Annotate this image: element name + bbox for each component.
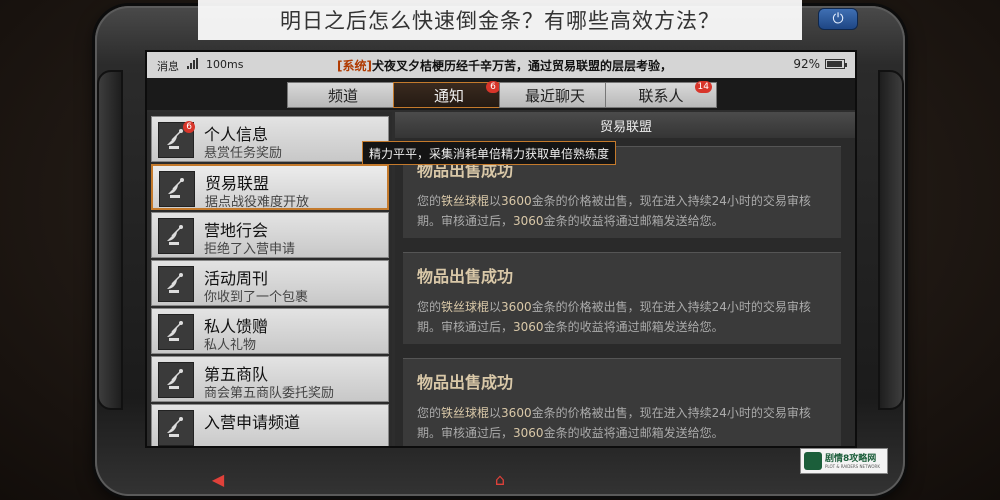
sidebar-item-private-gift[interactable]: 私人馈赠 私人礼物 (151, 308, 389, 354)
income-amount: 3060 (513, 320, 544, 334)
sidebar-item-fifth-caravan[interactable]: 第五商队 商会第五商队委托奖励 (151, 356, 389, 402)
satellite-dish-icon: 6 (158, 121, 195, 158)
sidebar-item-title: 入营申请频道 (204, 413, 301, 432)
power-icon: ⏻ (832, 11, 844, 27)
income-amount: 3060 (513, 426, 544, 440)
satellite-dish-icon (158, 218, 194, 254)
sidebar-item-subtitle: 商会第五商队委托奖励 (204, 386, 335, 401)
sidebar-item-trade-alliance[interactable]: 贸易联盟 据点战役难度开放 (151, 164, 389, 210)
message-body: 您的铁丝球棍以3600金条的价格被出售，现在进入持续24小时的交易审核期。审核通… (417, 194, 811, 228)
power-button[interactable]: ⏻ (818, 8, 858, 30)
logo-subtitle: PLOT & RAIDERS NETWORK (825, 463, 880, 469)
sale-price: 3600 (501, 406, 532, 420)
marquee-text: 犬夜叉夕桔梗历经千辛万苦，通过贸易联盟的层层考验， (371, 59, 672, 73)
message-title: 物品出售成功 (417, 267, 514, 286)
device-nav-bar: ◀ ⌂ (145, 468, 857, 490)
status-bar: 消息 100ms [系统]犬夜叉夕桔梗历经千辛万苦，通过贸易联盟的层层考验， 9… (147, 52, 855, 78)
sidebar-item-personal-info[interactable]: 6 个人信息 悬赏任务奖励 (151, 116, 389, 162)
sidebar-item-subtitle: 你收到了一个包裹 (204, 290, 309, 305)
tab-label: 联系人 (638, 86, 684, 105)
tab-channel[interactable]: 频道 (287, 82, 399, 108)
back-icon[interactable]: ◀ (205, 468, 231, 490)
satellite-dish-icon (159, 171, 195, 207)
sidebar-item-subtitle: 私人礼物 (204, 338, 257, 353)
home-icon[interactable]: ⌂ (485, 468, 515, 490)
sidebar-item-subtitle: 拒绝了入营申请 (204, 242, 296, 257)
item-name: 铁丝球棍 (441, 406, 490, 420)
sidebar-item-camp-application-channel[interactable]: 入营申请频道 (151, 404, 389, 446)
message-body: 您的铁丝球棍以3600金条的价格被出售，现在进入持续24小时的交易审核期。审核通… (417, 406, 811, 440)
logo-icon (804, 452, 822, 470)
device-right-grip (878, 70, 904, 410)
tab-label: 最近聊天 (524, 86, 585, 105)
notification-category-list: 6 个人信息 悬赏任务奖励 贸易联盟 据点战役难度开放 营地行会 拒绝了入营申请… (147, 112, 392, 446)
tab-label: 频道 (327, 86, 358, 105)
battery-percent: 92% (793, 57, 820, 71)
income-amount: 3060 (513, 214, 544, 228)
satellite-dish-icon (158, 314, 194, 350)
notification-count-badge: 6 (486, 81, 500, 93)
marquee-tag: [系统] (337, 59, 372, 73)
signal-icon (187, 58, 198, 69)
tab-bar: 频道 通知 6 最近聊天 联系人 14 (147, 78, 855, 110)
watermark-logo: 剧情8攻略网 PLOT & RAIDERS NETWORK (800, 448, 888, 474)
device-left-grip (97, 70, 123, 410)
item-name: 铁丝球棍 (441, 300, 490, 314)
unread-badge: 6 (183, 121, 195, 133)
satellite-dish-icon (158, 410, 194, 446)
system-marquee: [系统]犬夜叉夕桔梗历经千辛万苦，通过贸易联盟的层层考验， (337, 57, 672, 74)
sidebar-item-camp-guild[interactable]: 营地行会 拒绝了入营申请 (151, 212, 389, 258)
page-caption: 明日之后怎么快速倒金条？有哪些高效方法？ (198, 0, 802, 40)
tooltip: 精力平平，采集消耗单倍精力获取单倍熟练度 (362, 141, 617, 165)
status-message-label: 消息 (157, 60, 179, 73)
satellite-dish-icon (158, 362, 194, 398)
status-ping: 100ms (206, 58, 244, 71)
message-card[interactable]: 物品出售成功 您的铁丝球棍以3600金条的价格被出售，现在进入持续24小时的交易… (403, 252, 841, 344)
sidebar-item-subtitle: 据点战役难度开放 (205, 195, 310, 210)
battery-icon (825, 59, 847, 69)
tab-label: 通知 (433, 86, 464, 105)
sidebar-item-subtitle: 悬赏任务奖励 (204, 146, 283, 161)
logo-name: 剧情8攻略网 (825, 453, 877, 464)
tab-contacts[interactable]: 联系人 14 (605, 81, 717, 108)
tab-recent-chats[interactable]: 最近聊天 (499, 82, 611, 108)
message-title: 物品出售成功 (417, 373, 514, 392)
device-screen: 消息 100ms [系统]犬夜叉夕桔梗历经千辛万苦，通过贸易联盟的层层考验， 9… (145, 50, 857, 448)
contacts-count-badge: 14 (694, 81, 712, 93)
item-name: 铁丝球棍 (441, 194, 490, 208)
battery-indicator: 92% (793, 57, 847, 71)
panel-title: 贸易联盟 (395, 112, 855, 138)
tab-notifications[interactable]: 通知 6 (393, 81, 505, 108)
message-card[interactable]: 物品出售成功 您的铁丝球棍以3600金条的价格被出售，现在进入持续24小时的交易… (403, 358, 841, 446)
satellite-dish-icon (158, 266, 194, 302)
sale-price: 3600 (501, 194, 532, 208)
message-body: 您的铁丝球棍以3600金条的价格被出售，现在进入持续24小时的交易审核期。审核通… (417, 300, 811, 334)
sidebar-item-event-weekly[interactable]: 活动周刊 你收到了一个包裹 (151, 260, 389, 306)
sale-price: 3600 (501, 300, 532, 314)
